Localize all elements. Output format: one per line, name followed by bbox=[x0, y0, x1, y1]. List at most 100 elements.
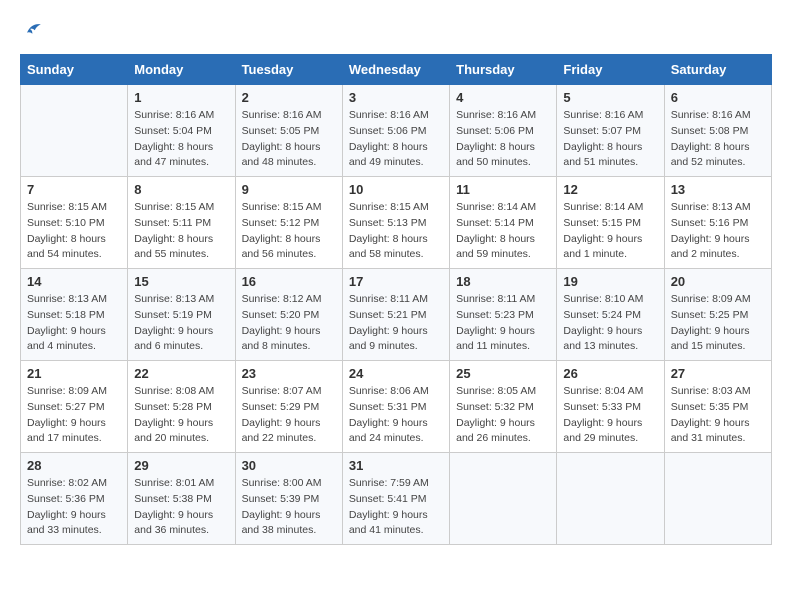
week-row-0: 1 Sunrise: 8:16 AM Sunset: 5:04 PM Daylig… bbox=[21, 85, 772, 177]
calendar-cell: 24 Sunrise: 8:06 AM Sunset: 5:31 PM Dayli… bbox=[342, 361, 449, 453]
day-info: Sunrise: 8:13 AM Sunset: 5:19 PM Dayligh… bbox=[134, 292, 228, 355]
page-header bbox=[20, 20, 772, 38]
calendar-cell bbox=[664, 453, 771, 545]
day-info: Sunrise: 8:15 AM Sunset: 5:13 PM Dayligh… bbox=[349, 200, 443, 263]
calendar-cell: 14 Sunrise: 8:13 AM Sunset: 5:18 PM Dayli… bbox=[21, 269, 128, 361]
calendar-cell: 27 Sunrise: 8:03 AM Sunset: 5:35 PM Dayli… bbox=[664, 361, 771, 453]
day-number: 29 bbox=[134, 458, 228, 473]
day-number: 5 bbox=[563, 90, 657, 105]
day-number: 19 bbox=[563, 274, 657, 289]
calendar-cell: 1 Sunrise: 8:16 AM Sunset: 5:04 PM Daylig… bbox=[128, 85, 235, 177]
calendar-cell: 25 Sunrise: 8:05 AM Sunset: 5:32 PM Dayli… bbox=[450, 361, 557, 453]
week-row-1: 7 Sunrise: 8:15 AM Sunset: 5:10 PM Daylig… bbox=[21, 177, 772, 269]
day-info: Sunrise: 8:16 AM Sunset: 5:04 PM Dayligh… bbox=[134, 108, 228, 171]
day-number: 6 bbox=[671, 90, 765, 105]
calendar-cell: 8 Sunrise: 8:15 AM Sunset: 5:11 PM Daylig… bbox=[128, 177, 235, 269]
day-info: Sunrise: 8:11 AM Sunset: 5:21 PM Dayligh… bbox=[349, 292, 443, 355]
day-number: 4 bbox=[456, 90, 550, 105]
col-header-wednesday: Wednesday bbox=[342, 55, 449, 85]
calendar-cell bbox=[21, 85, 128, 177]
day-number: 11 bbox=[456, 182, 550, 197]
day-info: Sunrise: 8:16 AM Sunset: 5:06 PM Dayligh… bbox=[456, 108, 550, 171]
week-row-4: 28Sunrise: 8:02 AM Sunset: 5:36 PM Dayli… bbox=[21, 453, 772, 545]
day-info: Sunrise: 8:16 AM Sunset: 5:07 PM Dayligh… bbox=[563, 108, 657, 171]
day-info: Sunrise: 7:59 AM Sunset: 5:41 PM Dayligh… bbox=[349, 476, 443, 539]
calendar-cell: 21Sunrise: 8:09 AM Sunset: 5:27 PM Dayli… bbox=[21, 361, 128, 453]
week-row-3: 21Sunrise: 8:09 AM Sunset: 5:27 PM Dayli… bbox=[21, 361, 772, 453]
logo bbox=[20, 20, 42, 38]
day-info: Sunrise: 8:16 AM Sunset: 5:08 PM Dayligh… bbox=[671, 108, 765, 171]
day-number: 26 bbox=[563, 366, 657, 381]
col-header-saturday: Saturday bbox=[664, 55, 771, 85]
day-info: Sunrise: 8:01 AM Sunset: 5:38 PM Dayligh… bbox=[134, 476, 228, 539]
day-number: 22 bbox=[134, 366, 228, 381]
calendar-cell: 13Sunrise: 8:13 AM Sunset: 5:16 PM Dayli… bbox=[664, 177, 771, 269]
day-info: Sunrise: 8:16 AM Sunset: 5:06 PM Dayligh… bbox=[349, 108, 443, 171]
day-number: 16 bbox=[242, 274, 336, 289]
day-number: 27 bbox=[671, 366, 765, 381]
calendar-cell: 30Sunrise: 8:00 AM Sunset: 5:39 PM Dayli… bbox=[235, 453, 342, 545]
day-info: Sunrise: 8:03 AM Sunset: 5:35 PM Dayligh… bbox=[671, 384, 765, 447]
calendar-table: SundayMondayTuesdayWednesdayThursdayFrid… bbox=[20, 54, 772, 545]
calendar-cell: 15Sunrise: 8:13 AM Sunset: 5:19 PM Dayli… bbox=[128, 269, 235, 361]
day-info: Sunrise: 8:05 AM Sunset: 5:32 PM Dayligh… bbox=[456, 384, 550, 447]
calendar-cell: 31 Sunrise: 7:59 AM Sunset: 5:41 PM Dayli… bbox=[342, 453, 449, 545]
day-number: 12 bbox=[563, 182, 657, 197]
calendar-cell: 4 Sunrise: 8:16 AM Sunset: 5:06 PM Daylig… bbox=[450, 85, 557, 177]
calendar-cell: 9 Sunrise: 8:15 AM Sunset: 5:12 PM Daylig… bbox=[235, 177, 342, 269]
day-info: Sunrise: 8:04 AM Sunset: 5:33 PM Dayligh… bbox=[563, 384, 657, 447]
day-number: 20 bbox=[671, 274, 765, 289]
calendar-cell: 20 Sunrise: 8:09 AM Sunset: 5:25 PM Dayli… bbox=[664, 269, 771, 361]
calendar-cell: 7 Sunrise: 8:15 AM Sunset: 5:10 PM Daylig… bbox=[21, 177, 128, 269]
day-number: 9 bbox=[242, 182, 336, 197]
calendar-cell bbox=[557, 453, 664, 545]
day-info: Sunrise: 8:15 AM Sunset: 5:10 PM Dayligh… bbox=[27, 200, 121, 263]
calendar-cell: 6 Sunrise: 8:16 AM Sunset: 5:08 PM Daylig… bbox=[664, 85, 771, 177]
day-info: Sunrise: 8:02 AM Sunset: 5:36 PM Dayligh… bbox=[27, 476, 121, 539]
day-number: 14 bbox=[27, 274, 121, 289]
day-info: Sunrise: 8:15 AM Sunset: 5:11 PM Dayligh… bbox=[134, 200, 228, 263]
calendar-cell: 10 Sunrise: 8:15 AM Sunset: 5:13 PM Dayli… bbox=[342, 177, 449, 269]
day-number: 7 bbox=[27, 182, 121, 197]
day-number: 31 bbox=[349, 458, 443, 473]
calendar-cell: 18Sunrise: 8:11 AM Sunset: 5:23 PM Dayli… bbox=[450, 269, 557, 361]
day-info: Sunrise: 8:15 AM Sunset: 5:12 PM Dayligh… bbox=[242, 200, 336, 263]
col-header-tuesday: Tuesday bbox=[235, 55, 342, 85]
calendar-cell: 11 Sunrise: 8:14 AM Sunset: 5:14 PM Dayli… bbox=[450, 177, 557, 269]
day-number: 17 bbox=[349, 274, 443, 289]
calendar-cell: 28Sunrise: 8:02 AM Sunset: 5:36 PM Dayli… bbox=[21, 453, 128, 545]
day-number: 8 bbox=[134, 182, 228, 197]
day-info: Sunrise: 8:07 AM Sunset: 5:29 PM Dayligh… bbox=[242, 384, 336, 447]
day-number: 18 bbox=[456, 274, 550, 289]
calendar-cell: 5 Sunrise: 8:16 AM Sunset: 5:07 PM Daylig… bbox=[557, 85, 664, 177]
calendar-cell: 17 Sunrise: 8:11 AM Sunset: 5:21 PM Dayli… bbox=[342, 269, 449, 361]
col-header-sunday: Sunday bbox=[21, 55, 128, 85]
calendar-cell: 19 Sunrise: 8:10 AM Sunset: 5:24 PM Dayli… bbox=[557, 269, 664, 361]
day-info: Sunrise: 8:13 AM Sunset: 5:18 PM Dayligh… bbox=[27, 292, 121, 355]
day-info: Sunrise: 8:12 AM Sunset: 5:20 PM Dayligh… bbox=[242, 292, 336, 355]
calendar-cell: 2Sunrise: 8:16 AM Sunset: 5:05 PM Daylig… bbox=[235, 85, 342, 177]
day-number: 1 bbox=[134, 90, 228, 105]
col-header-friday: Friday bbox=[557, 55, 664, 85]
day-number: 2 bbox=[242, 90, 336, 105]
day-number: 10 bbox=[349, 182, 443, 197]
calendar-cell: 26 Sunrise: 8:04 AM Sunset: 5:33 PM Dayli… bbox=[557, 361, 664, 453]
day-info: Sunrise: 8:09 AM Sunset: 5:25 PM Dayligh… bbox=[671, 292, 765, 355]
day-info: Sunrise: 8:14 AM Sunset: 5:14 PM Dayligh… bbox=[456, 200, 550, 263]
day-info: Sunrise: 8:10 AM Sunset: 5:24 PM Dayligh… bbox=[563, 292, 657, 355]
day-number: 30 bbox=[242, 458, 336, 473]
day-number: 3 bbox=[349, 90, 443, 105]
calendar-cell: 16 Sunrise: 8:12 AM Sunset: 5:20 PM Dayli… bbox=[235, 269, 342, 361]
calendar-cell: 29 Sunrise: 8:01 AM Sunset: 5:38 PM Dayli… bbox=[128, 453, 235, 545]
col-header-thursday: Thursday bbox=[450, 55, 557, 85]
day-number: 23 bbox=[242, 366, 336, 381]
calendar-cell: 22Sunrise: 8:08 AM Sunset: 5:28 PM Dayli… bbox=[128, 361, 235, 453]
day-info: Sunrise: 8:14 AM Sunset: 5:15 PM Dayligh… bbox=[563, 200, 657, 263]
col-header-monday: Monday bbox=[128, 55, 235, 85]
week-row-2: 14 Sunrise: 8:13 AM Sunset: 5:18 PM Dayli… bbox=[21, 269, 772, 361]
calendar-cell: 3 Sunrise: 8:16 AM Sunset: 5:06 PM Daylig… bbox=[342, 85, 449, 177]
day-number: 25 bbox=[456, 366, 550, 381]
calendar-cell: 23 Sunrise: 8:07 AM Sunset: 5:29 PM Dayli… bbox=[235, 361, 342, 453]
day-info: Sunrise: 8:06 AM Sunset: 5:31 PM Dayligh… bbox=[349, 384, 443, 447]
day-number: 24 bbox=[349, 366, 443, 381]
